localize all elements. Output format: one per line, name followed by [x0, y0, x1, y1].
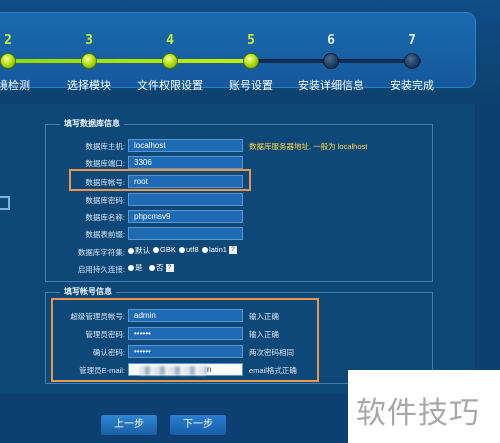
option-label: 否: [156, 263, 164, 272]
database-info-legend: 填写数据库信息: [60, 118, 124, 129]
install-steps-bar: 2 环境检测 3 选择模块 4 文件权限设置 5 账号设置 6 安装详细信息 7…: [0, 12, 476, 92]
step-label: 安装完成: [390, 80, 434, 92]
db-charset-label: 数据库字符集:: [77, 248, 125, 257]
step-number: 4: [166, 33, 174, 48]
radio-icon: [202, 247, 208, 254]
radio-icon: [128, 248, 134, 255]
help-icon[interactable]: ?: [165, 264, 174, 273]
db-charset-row: 数据库字符集:: [46, 245, 125, 259]
step-number: 2: [4, 33, 12, 48]
step-pending-dot: [323, 53, 339, 69]
charset-option-utf8[interactable]: utf8: [179, 245, 199, 254]
help-icon[interactable]: ?: [228, 246, 237, 255]
radio-icon: [128, 265, 134, 272]
db-name-label: 数据库名称:: [85, 213, 125, 222]
step-done-dot: [81, 53, 97, 69]
step-done-dot: [0, 53, 16, 69]
db-host-hint: 数据库服务器地址, 一般为 localhost: [249, 142, 368, 151]
highlight-db-user: [69, 169, 251, 191]
db-port-row: 数据库端口:: [46, 156, 125, 170]
persist-option-yes[interactable]: 是: [128, 262, 143, 273]
db-persist-row: 启用持久连接:: [46, 262, 125, 276]
db-host-row: 数据库主机:: [46, 139, 125, 153]
db-name-input[interactable]: [128, 210, 243, 223]
step-done-dot: [243, 53, 259, 69]
prev-step-button[interactable]: 上一步: [100, 414, 158, 436]
option-label: latin1: [209, 245, 227, 254]
watermark-text: 软件技巧: [356, 396, 480, 431]
db-password-input[interactable]: [128, 193, 243, 206]
db-pass-row: 数据库密码:: [46, 193, 125, 207]
progress-track-done: [0, 59, 246, 63]
option-label: 是: [135, 263, 143, 272]
radio-icon: [179, 247, 185, 254]
step-number: 7: [408, 33, 416, 48]
db-persist-label: 启用持久连接:: [77, 265, 125, 274]
db-prefix-row: 数据表前缀:: [46, 227, 125, 241]
step-number: 6: [327, 33, 335, 48]
charset-option-gbk[interactable]: GBK: [153, 245, 176, 254]
persist-option-no[interactable]: 否?: [149, 262, 174, 273]
step-done-dot: [162, 53, 178, 69]
option-label: utf8: [186, 245, 199, 254]
step-pending-dot: [404, 53, 420, 69]
step-number: 5: [247, 33, 255, 48]
db-port-label: 数据库端口:: [85, 159, 125, 168]
next-step-button[interactable]: 下一步: [169, 414, 227, 436]
radio-icon: [149, 265, 155, 272]
option-label: GBK: [160, 245, 176, 254]
step-number: 3: [85, 33, 93, 48]
option-label: 默认: [135, 246, 150, 255]
db-port-input[interactable]: [128, 156, 243, 169]
charset-option-default[interactable]: 默认: [128, 245, 150, 256]
db-pass-label: 数据库密码:: [85, 196, 125, 205]
db-host-input[interactable]: [128, 139, 243, 152]
account-info-legend: 填写帐号信息: [60, 286, 116, 297]
database-info-fieldset: 填写数据库信息 数据库主机: 数据库服务器地址, 一般为 localhost 数…: [45, 118, 433, 282]
db-prefix-input[interactable]: [128, 227, 243, 240]
charset-option-latin1[interactable]: latin1?: [202, 245, 237, 255]
db-prefix-label: 数据表前缀:: [85, 230, 125, 239]
db-name-row: 数据库名称:: [46, 210, 125, 224]
db-host-label: 数据库主机:: [85, 142, 125, 151]
highlight-account-info: [51, 298, 319, 382]
radio-icon: [153, 247, 159, 254]
